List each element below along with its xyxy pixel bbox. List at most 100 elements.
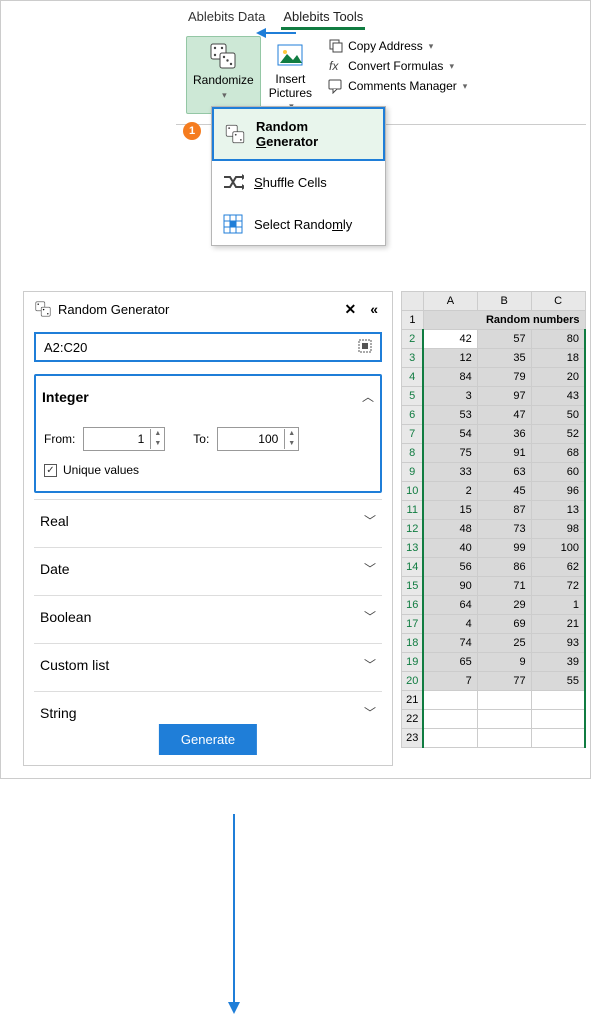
row-head[interactable]: 4 — [402, 368, 424, 387]
cell[interactable]: 20 — [531, 368, 585, 387]
row-head[interactable]: 1 — [402, 311, 424, 330]
cell[interactable]: 93 — [531, 634, 585, 653]
generate-button[interactable]: Generate — [159, 724, 257, 755]
cell[interactable]: 54 — [423, 425, 477, 444]
row-head[interactable]: 20 — [402, 672, 424, 691]
cell[interactable]: 74 — [423, 634, 477, 653]
cell[interactable] — [477, 710, 531, 729]
cell[interactable] — [531, 691, 585, 710]
cell[interactable]: 55 — [531, 672, 585, 691]
randomize-button[interactable]: Randomize▾ — [186, 36, 261, 114]
cell[interactable]: 35 — [477, 349, 531, 368]
row-head[interactable]: 6 — [402, 406, 424, 425]
cell[interactable] — [531, 710, 585, 729]
section-integer-head[interactable]: Integer ︿ — [36, 376, 380, 417]
row-head[interactable]: 14 — [402, 558, 424, 577]
cell[interactable]: 57 — [477, 330, 531, 349]
cell[interactable]: 47 — [477, 406, 531, 425]
cell[interactable] — [423, 710, 477, 729]
cell[interactable]: 13 — [531, 501, 585, 520]
cell[interactable]: 80 — [531, 330, 585, 349]
cell[interactable]: 87 — [477, 501, 531, 520]
cell[interactable]: 72 — [531, 577, 585, 596]
close-icon[interactable]: ✕ — [340, 301, 360, 318]
cell[interactable] — [423, 729, 477, 748]
range-field[interactable] — [34, 332, 382, 362]
cell[interactable]: 98 — [531, 520, 585, 539]
cell[interactable]: 90 — [423, 577, 477, 596]
row-head[interactable]: 19 — [402, 653, 424, 672]
cell[interactable]: 99 — [477, 539, 531, 558]
row-head[interactable]: 17 — [402, 615, 424, 634]
section-boolean-head[interactable]: Boolean﹀ — [34, 596, 382, 637]
cell[interactable]: 73 — [477, 520, 531, 539]
comments-manager-button[interactable]: Comments Manager▾ — [324, 76, 471, 96]
copy-address-button[interactable]: Copy Address▾ — [324, 36, 471, 56]
cell[interactable] — [477, 729, 531, 748]
row-head[interactable]: 18 — [402, 634, 424, 653]
row-head[interactable]: 3 — [402, 349, 424, 368]
row-head[interactable]: 23 — [402, 729, 424, 748]
insert-pictures-button[interactable]: Insert Pictures ▾ — [263, 36, 318, 114]
row-head[interactable]: 13 — [402, 539, 424, 558]
cell[interactable]: 53 — [423, 406, 477, 425]
corner-cell[interactable] — [402, 292, 424, 311]
cell[interactable]: 2 — [423, 482, 477, 501]
spin-down-icon[interactable]: ▼ — [285, 439, 298, 449]
cell[interactable]: 71 — [477, 577, 531, 596]
row-head[interactable]: 5 — [402, 387, 424, 406]
dd-shuffle-cells[interactable]: Shuffle Cells — [212, 161, 385, 203]
row-head[interactable]: 8 — [402, 444, 424, 463]
cell[interactable]: 63 — [477, 463, 531, 482]
row-head[interactable]: 7 — [402, 425, 424, 444]
cell[interactable]: 68 — [531, 444, 585, 463]
cell[interactable]: 9 — [477, 653, 531, 672]
cell[interactable]: 97 — [477, 387, 531, 406]
unique-values-checkbox[interactable]: ✓ Unique values — [44, 463, 372, 477]
cell[interactable]: 1 — [531, 596, 585, 615]
cell[interactable]: 29 — [477, 596, 531, 615]
tab-ablebits-data[interactable]: Ablebits Data — [186, 6, 267, 30]
dd-select-randomly[interactable]: Select Randomly — [212, 203, 385, 245]
row-head[interactable]: 2 — [402, 330, 424, 349]
section-custom-head[interactable]: Custom list﹀ — [34, 644, 382, 685]
cell[interactable]: 79 — [477, 368, 531, 387]
row-head[interactable]: 11 — [402, 501, 424, 520]
spin-up-icon[interactable]: ▲ — [151, 429, 164, 439]
to-input[interactable]: ▲▼ — [217, 427, 299, 451]
section-real-head[interactable]: Real﹀ — [34, 500, 382, 541]
cell[interactable]: 91 — [477, 444, 531, 463]
tab-ablebits-tools[interactable]: Ablebits Tools — [281, 6, 365, 30]
row-head[interactable]: 22 — [402, 710, 424, 729]
cell[interactable]: 25 — [477, 634, 531, 653]
cell[interactable]: 86 — [477, 558, 531, 577]
from-input[interactable]: ▲▼ — [83, 427, 165, 451]
cell[interactable]: 100 — [531, 539, 585, 558]
convert-formulas-button[interactable]: fx Convert Formulas▾ — [324, 56, 471, 76]
row-head[interactable]: 9 — [402, 463, 424, 482]
cell[interactable]: 56 — [423, 558, 477, 577]
cell[interactable]: 12 — [423, 349, 477, 368]
cell[interactable]: 36 — [477, 425, 531, 444]
cell[interactable]: 60 — [531, 463, 585, 482]
spreadsheet[interactable]: ABC1Random numbers2425780312351848479205… — [401, 291, 586, 748]
cell[interactable]: 45 — [477, 482, 531, 501]
cell[interactable]: 77 — [477, 672, 531, 691]
row-head[interactable]: 21 — [402, 691, 424, 710]
spin-up-icon[interactable]: ▲ — [285, 429, 298, 439]
cell[interactable]: 18 — [531, 349, 585, 368]
cell[interactable] — [531, 729, 585, 748]
range-input[interactable] — [36, 336, 350, 359]
spin-down-icon[interactable]: ▼ — [151, 439, 164, 449]
cell[interactable]: 33 — [423, 463, 477, 482]
cell[interactable]: 42 — [423, 330, 477, 349]
cell[interactable]: 64 — [423, 596, 477, 615]
col-head[interactable]: B — [477, 292, 531, 311]
cell[interactable]: 84 — [423, 368, 477, 387]
row-head[interactable]: 16 — [402, 596, 424, 615]
cell[interactable]: 39 — [531, 653, 585, 672]
cell[interactable]: 21 — [531, 615, 585, 634]
cell[interactable] — [477, 691, 531, 710]
cell[interactable]: 4 — [423, 615, 477, 634]
cell[interactable]: 69 — [477, 615, 531, 634]
